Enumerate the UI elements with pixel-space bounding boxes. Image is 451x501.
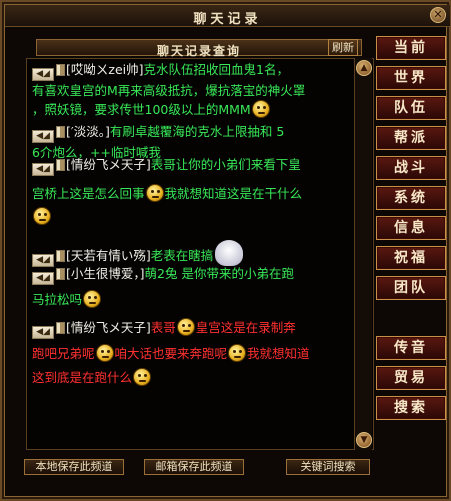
chat-message: ◀◢ [哎呦ㄨzei帅]克水队伍招收回血鬼1名， 有喜欢皇宫的M再来高级抵抗，爆抗… [32,60,362,119]
smiley-emoji-icon [133,368,152,386]
message-text: 老表在瞎搞 [150,248,214,263]
message-text: 宫桥上这是怎么回事 [32,186,145,201]
chat-message: ◀◢ [情纷飞メ天子]表哥让你的小弟们来看下皇 宫桥上这是怎么回事 我就想知道这是在… [32,155,362,226]
smiley-emoji-icon [145,184,164,202]
tab-system[interactable]: 系统 [376,186,446,210]
message-line: ◀◢ [′淡淡。]有刷卓越覆海的克水上限抽和 5 [32,122,362,143]
message-text: 表哥 [150,320,176,335]
message-line: ◀◢ [天若有情い殇]老表在瞎搞 [32,240,362,267]
close-button[interactable]: ✕ [430,7,446,23]
refresh-button[interactable]: 刷新 [328,39,358,56]
message-text: 我就想知道 [247,346,310,361]
tab-guild[interactable]: 帮派 [376,126,446,150]
tab-search[interactable]: 搜索 [376,396,446,420]
sender-name[interactable]: [小生很博爱，] [66,266,145,281]
message-text: ，照妖镜，要求传世100级以上的MMM [32,102,251,117]
message-line: ，照妖镜，要求传世100级以上的MMM [32,100,362,119]
message-line: 有喜欢皇宫的M再来高级抵抗，爆抗落宝的神火罩 [32,81,362,100]
message-line: ◀◢ [情纷飞メ天子]表哥让你的小弟们来看下皇 [32,155,362,176]
message-text: 咱大话也要来奔跑呢 [114,346,228,361]
save-mail-button[interactable]: 邮箱保存此频道 [144,459,244,475]
flag-icon[interactable] [56,159,65,171]
tab-team[interactable]: 队伍 [376,96,446,120]
message-text: 有喜欢皇宫的M再来高级抵抗，爆抗落宝的神火罩 [32,83,306,98]
message-text: 我就想知道这是在干什么 [164,186,303,201]
tab-current[interactable]: 当前 [376,36,446,60]
flag-icon[interactable] [56,64,65,76]
message-text: 表哥让你的小弟们来看下皇 [150,157,301,172]
flag-icon[interactable] [56,268,65,280]
sender-name[interactable]: [情纷飞メ天子] [66,157,151,172]
message-line: ◀◢ [情纷飞メ天子]表哥 皇宫这是在录制奔 [32,318,362,339]
speaker-icon[interactable]: ◀◢ [32,326,54,339]
message-text: 有刷卓越覆海的克水上限抽和 5 [109,124,285,139]
save-local-button[interactable]: 本地保存此频道 [24,459,124,475]
smiley-emoji-icon [228,344,247,362]
speaker-icon[interactable]: ◀◢ [32,163,54,176]
flag-icon[interactable] [56,250,65,262]
tab-whisper[interactable]: 传音 [376,336,446,360]
message-line: 跑吧兄弟呢 咱大话也要来奔跑呢 我就想知道 [32,344,362,363]
tab-group[interactable]: 团队 [376,276,446,300]
chat-message: ◀◢ [小生很博爱，]萌2兔 是你带来的小弟在跑 马拉松吗 [32,264,362,309]
message-text: 克水队伍招收回血鬼1名， [143,62,289,77]
chat-message: ◀◢ [情纷飞メ天子]表哥 皇宫这是在录制奔 跑吧兄弟呢 咱大话也要来奔跑呢 我就想知道… [32,318,362,387]
smiley-emoji-icon [251,100,270,118]
speaker-icon[interactable]: ◀◢ [32,68,54,81]
smiley-emoji-icon [83,290,102,308]
message-line: 这到底是在跑什么 [32,368,362,387]
message-text: 皇宫这是在录制奔 [195,320,296,335]
sender-name[interactable]: [情纷飞メ天子] [66,320,151,335]
tab-trade[interactable]: 贸易 [376,366,446,390]
subheader-title: 聊天记录查询 [156,44,241,58]
chat-message: ◀◢ [天若有情い殇]老表在瞎搞 [32,240,362,267]
smiley-emoji-icon [33,207,51,225]
speaker-icon[interactable]: ◀◢ [32,130,54,143]
keyword-search-button[interactable]: 关键词搜索 [286,459,370,475]
message-line: ◀◢ [哎呦ㄨzei帅]克水队伍招收回血鬼1名， [32,60,362,81]
smiley-emoji-icon [176,318,195,336]
message-text: 跑吧兄弟呢 [32,346,95,361]
smiley-emoji-icon [95,344,114,362]
tab-blessing[interactable]: 祝福 [376,246,446,270]
window-title: 聊天记录 [193,12,262,27]
flag-icon[interactable] [56,126,65,138]
message-line: 宫桥上这是怎么回事 我就想知道这是在干什么 [32,184,362,203]
message-text: 萌2兔 是你带来的小弟在跑 [144,266,294,281]
sender-name[interactable]: [哎呦ㄨzei帅] [66,62,143,77]
tab-battle[interactable]: 战斗 [376,156,446,180]
sender-name[interactable]: [天若有情い殇] [66,248,151,263]
speaker-icon[interactable]: ◀◢ [32,272,54,285]
message-line [32,207,362,226]
message-text: 这到底是在跑什么 [32,370,133,385]
message-line: ◀◢ [小生很博爱，]萌2兔 是你带来的小弟在跑 [32,264,362,285]
title-bar[interactable]: 聊天记录 ✕ [5,5,450,27]
tab-info[interactable]: 信息 [376,216,446,240]
tab-world[interactable]: 世界 [376,66,446,90]
flag-icon[interactable] [56,322,65,334]
scroll-down-button[interactable]: ▼ [356,432,372,448]
subheader: 聊天记录查询 [36,39,362,58]
message-text: 马拉松吗 [32,292,83,307]
ghost-emoji-icon [215,240,244,266]
chat-log-window: 聊天记录 ✕ 聊天记录查询 刷新 ▲ ▼ ◀◢ [哎呦ㄨzei帅]克水队伍招收回血… [0,0,451,501]
message-line: 马拉松吗 [32,290,362,309]
sender-name[interactable]: [′淡淡。] [66,124,110,139]
